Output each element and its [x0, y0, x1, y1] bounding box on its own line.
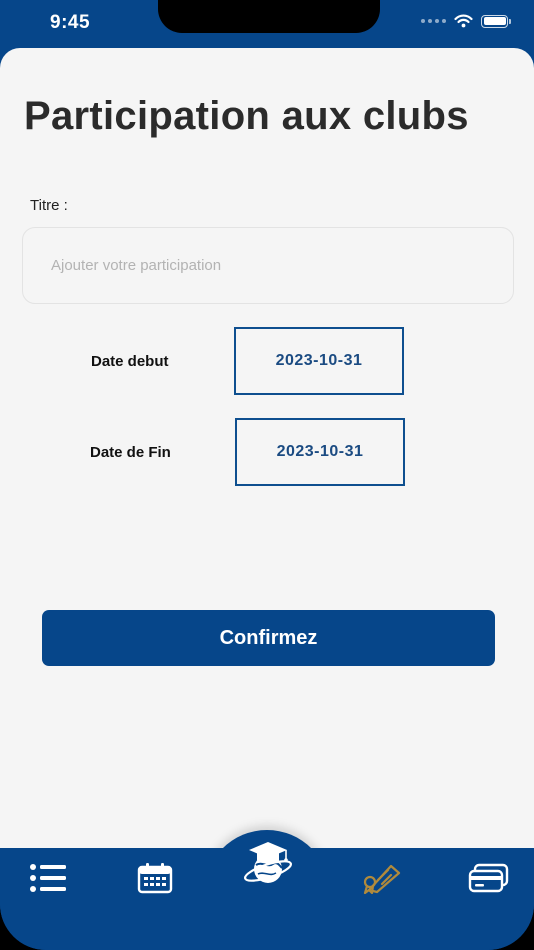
status-time: 9:45 — [50, 12, 91, 33]
wifi-icon — [454, 14, 473, 28]
date-debut-label: Date debut — [91, 353, 169, 370]
phone-frame: 9:45 Participation aux clubs Titre : Dat… — [0, 0, 534, 950]
credit-card-icon — [468, 863, 509, 893]
graduation-globe-icon — [243, 842, 293, 883]
list-icon — [30, 864, 66, 892]
date-debut-picker[interactable]: 2023-10-31 — [234, 327, 404, 395]
date-fin-picker[interactable]: 2023-10-31 — [235, 418, 405, 486]
tab-diplomas[interactable] — [356, 855, 408, 901]
tab-payments[interactable] — [463, 855, 515, 901]
battery-icon — [481, 14, 511, 28]
status-bar: 9:45 — [0, 0, 534, 48]
calendar-icon — [137, 863, 173, 894]
diploma-icon — [363, 864, 401, 894]
titre-label: Titre : — [30, 197, 68, 214]
status-icons — [421, 14, 511, 28]
titre-input[interactable] — [22, 227, 514, 304]
tab-list[interactable] — [22, 855, 74, 901]
date-fin-label: Date de Fin — [90, 444, 171, 461]
main-screen: Participation aux clubs Titre : Date deb… — [0, 48, 534, 848]
page-title: Participation aux clubs — [24, 94, 469, 138]
cellular-signal-icon — [421, 19, 446, 23]
confirm-button[interactable]: Confirmez — [42, 610, 495, 666]
tab-calendar[interactable] — [129, 855, 181, 901]
tab-home[interactable] — [240, 838, 296, 890]
notch — [158, 0, 380, 33]
